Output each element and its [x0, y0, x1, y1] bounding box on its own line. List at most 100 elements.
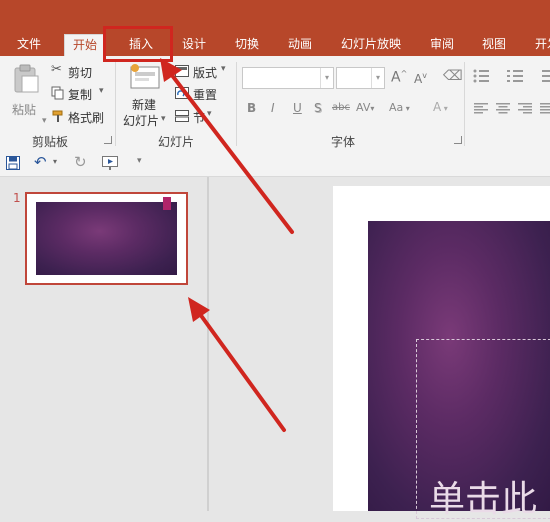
tab-home[interactable]: 开始 [64, 34, 107, 56]
paste-icon [14, 64, 39, 93]
indent-icon [542, 70, 550, 82]
slide-thumbnail-preview [36, 202, 177, 275]
justify-button[interactable] [540, 103, 550, 117]
cut-button[interactable]: ✂ 剪切 [49, 62, 99, 80]
new-slide-button[interactable]: 新建 幻灯片 ▾ [121, 62, 169, 128]
customize-qat-chevron[interactable]: ▾ [137, 156, 142, 166]
shrink-font-icon: A [414, 72, 423, 86]
strikethrough-button[interactable]: abc [332, 102, 350, 113]
paste-label: 粘贴 [12, 103, 37, 117]
insert-tab-highlight-box [103, 26, 173, 62]
tab-file[interactable]: 文件 [17, 34, 41, 56]
bold-button[interactable]: B [247, 101, 256, 115]
tab-design[interactable]: 设计 [182, 34, 206, 56]
layout-icon [175, 65, 189, 77]
copy-icon [51, 86, 64, 100]
font-size-combobox[interactable]: ▾ [336, 67, 385, 89]
new-slide-label-line2: 幻灯片 [123, 114, 160, 128]
ribbon-tab-bar: 文件 开始 插入 设计 切换 动画 幻灯片放映 审阅 视图 开发 [0, 0, 550, 56]
slide-editing-area: 单击此 [209, 177, 550, 520]
shadow-button[interactable]: S [314, 101, 322, 115]
numbering-icon [507, 70, 523, 82]
new-slide-dropdown-chevron[interactable]: ▾ [161, 114, 166, 124]
numbering-button[interactable] [507, 69, 533, 83]
tab-view[interactable]: 视图 [482, 34, 506, 56]
align-left-button[interactable] [474, 103, 488, 117]
clipboard-group-label: 剪贴板 [32, 135, 69, 149]
slide-thumbnail[interactable] [25, 192, 188, 285]
tab-slideshow[interactable]: 幻灯片放映 [341, 34, 401, 56]
tab-transitions[interactable]: 切换 [235, 34, 259, 56]
align-left-icon [474, 103, 488, 114]
section-label: 节 [193, 111, 206, 125]
font-group-label: 字体 [331, 135, 356, 149]
paste-dropdown-chevron[interactable]: ▾ [42, 116, 47, 126]
align-right-icon [518, 103, 532, 114]
slide-number: 1 [13, 191, 21, 205]
grow-font-button[interactable]: A^ [391, 69, 407, 86]
section-icon [175, 110, 189, 122]
format-painter-label: 格式刷 [68, 111, 105, 125]
redo-icon: ↻ [74, 153, 87, 171]
layout-button[interactable]: 版式 ▾ [173, 62, 231, 80]
tab-review[interactable]: 审阅 [430, 34, 454, 56]
reset-button[interactable]: 重置 [173, 84, 231, 102]
quick-access-toolbar: ↶ ▾ ↻ ▾ [0, 150, 550, 177]
character-spacing-button[interactable]: AV▾ [356, 101, 374, 114]
scissors-icon: ✂ [51, 62, 62, 77]
indent-button[interactable] [540, 69, 550, 83]
paste-button[interactable]: 粘贴 [8, 62, 42, 122]
font-color-button[interactable]: A ▾ [433, 100, 448, 114]
grow-font-icon: A [391, 69, 401, 86]
bullets-icon [473, 69, 489, 83]
section-dropdown-chevron[interactable]: ▾ [207, 109, 212, 119]
start-from-beginning-icon[interactable] [102, 156, 118, 170]
title-placeholder-text: 单击此 [429, 479, 538, 520]
divider [236, 62, 237, 146]
align-center-button[interactable] [496, 103, 510, 117]
new-slide-icon [130, 64, 160, 89]
undo-dropdown-chevron[interactable]: ▾ [53, 157, 57, 166]
justify-icon [540, 103, 550, 114]
tab-developer[interactable]: 开发 [535, 34, 550, 56]
save-icon[interactable] [6, 156, 20, 170]
italic-button[interactable]: I [271, 101, 275, 115]
eraser-icon: ⌫ [443, 68, 463, 84]
tab-animations[interactable]: 动画 [288, 34, 312, 56]
copy-button[interactable]: 复制 ▾ [49, 84, 109, 102]
layout-dropdown-chevron[interactable]: ▾ [221, 64, 226, 74]
ribbon: 粘贴 ▾ ✂ 剪切 复制 ▾ 格式刷 剪贴板 新建 幻灯片 ▾ 版式 ▾ 重置 … [0, 56, 550, 151]
clear-formatting-button[interactable]: ⌫ [443, 68, 463, 84]
chevron-down-icon[interactable]: ▾ [371, 68, 384, 88]
divider [115, 62, 116, 146]
character-spacing-icon: AV [356, 101, 371, 114]
slide-thumbnail-pane: 1 [0, 177, 207, 511]
slide-canvas: 单击此 [333, 186, 550, 520]
reset-icon [175, 87, 189, 99]
undo-icon[interactable]: ↶ [34, 153, 47, 171]
layout-label: 版式 [193, 66, 218, 80]
reset-label: 重置 [193, 88, 218, 102]
new-slide-label-line1: 新建 [132, 98, 157, 112]
cut-label: 剪切 [68, 66, 93, 80]
shrink-font-button[interactable]: Av [414, 71, 427, 86]
chevron-down-icon[interactable]: ▾ [320, 68, 333, 88]
divider [464, 62, 465, 146]
align-center-icon [496, 103, 510, 114]
font-dialog-launcher[interactable] [454, 136, 462, 144]
paintbrush-icon [52, 110, 63, 122]
change-case-button[interactable]: Aa ▾ [389, 101, 410, 114]
copy-label: 复制 [68, 88, 93, 102]
copy-dropdown-chevron[interactable]: ▾ [99, 86, 104, 96]
clipboard-dialog-launcher[interactable] [104, 136, 112, 144]
bullets-button[interactable] [473, 69, 499, 83]
slides-group-label: 幻灯片 [158, 135, 195, 149]
format-painter-button[interactable]: 格式刷 [49, 107, 109, 125]
title-placeholder[interactable]: 单击此 [416, 339, 550, 520]
section-button[interactable]: 节 ▾ [173, 107, 231, 125]
change-case-icon: Aa [389, 101, 404, 114]
font-name-combobox[interactable]: ▾ [242, 67, 334, 89]
font-color-icon: A [433, 100, 442, 114]
underline-button[interactable]: U [293, 101, 302, 115]
align-right-button[interactable] [518, 103, 532, 117]
